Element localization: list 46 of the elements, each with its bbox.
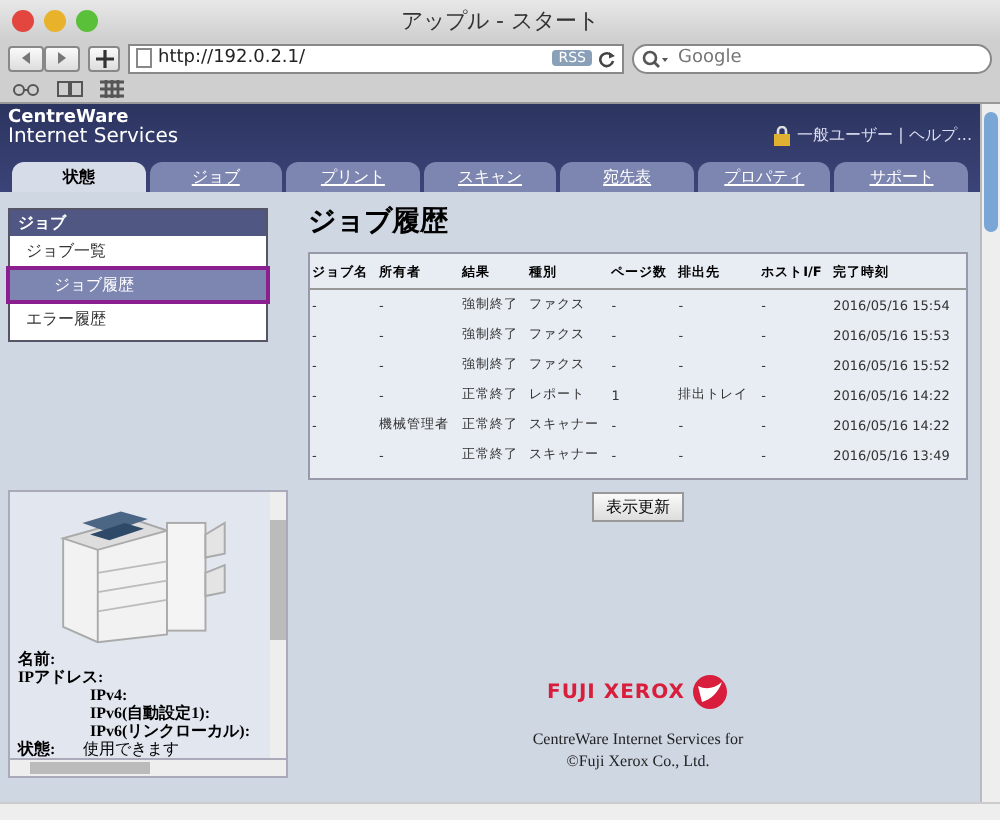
brand-logo: FUJI XEROX (547, 681, 685, 703)
device-info-label: IPv6(リンクローカル): (90, 722, 250, 740)
vertical-scrollbar[interactable] (270, 492, 286, 758)
brand-name: CentreWare (8, 110, 129, 128)
back-button[interactable] (8, 45, 44, 71)
lock-icon (771, 125, 792, 145)
window-title: アップル - スタート (401, 5, 599, 35)
page-heading: ジョブ履歴 (308, 204, 450, 240)
sidebar-item[interactable]: ジョブ一覧 (10, 236, 266, 266)
status-label: 状態: (18, 740, 56, 758)
nav-tab[interactable]: 宛先表 (560, 162, 694, 192)
footer-text: CentreWare Internet Services for (532, 730, 744, 748)
page-icon (136, 48, 152, 68)
nav-tab[interactable]: ジョブ (149, 162, 283, 192)
user-menu-link[interactable]: 一般ユーザー | ヘルプ... (797, 124, 972, 146)
device-info-label: 名前: (18, 650, 56, 668)
grid-icon[interactable] (100, 80, 124, 98)
nav-tab[interactable]: 状態 (12, 162, 146, 192)
sidebar-heading: ジョブ (10, 210, 266, 236)
brand-subtitle: Internet Services (8, 128, 179, 148)
device-info-label: IPアドレス: (18, 668, 104, 686)
book-icon[interactable] (56, 80, 84, 98)
reload-icon[interactable] (598, 49, 616, 67)
nav-tab[interactable]: プリント (286, 162, 420, 192)
page-scrollbar[interactable] (980, 104, 1000, 802)
back-arrow-icon (18, 50, 34, 66)
close-button[interactable] (12, 9, 34, 31)
nav-tab[interactable]: プロパティ (697, 162, 831, 192)
sidebar-item[interactable]: エラー履歴 (10, 304, 266, 334)
device-info-label: IPv6(自動設定1): (90, 704, 210, 722)
search-field[interactable]: Google (632, 43, 992, 73)
device-info-label: IPv4: (90, 686, 128, 704)
nav-tab[interactable]: スキャン (423, 162, 557, 192)
add-bookmark-button[interactable] (88, 45, 120, 71)
forward-button[interactable] (44, 45, 80, 71)
nav-tab[interactable]: サポート (834, 162, 969, 192)
horizontal-scrollbar[interactable] (8, 760, 288, 778)
glasses-icon[interactable] (12, 81, 40, 97)
copyright-text: ©Fuji Xerox Co., Ltd. (566, 752, 710, 770)
search-icon (642, 49, 670, 69)
sphere-logo-icon (692, 674, 729, 710)
sidebar-item[interactable]: ジョブ履歴 (10, 270, 266, 300)
forward-arrow-icon (54, 50, 70, 66)
status-value: 使用できます (83, 740, 180, 758)
refresh-button[interactable]: 表示更新 (592, 492, 684, 522)
plus-icon (95, 49, 113, 67)
